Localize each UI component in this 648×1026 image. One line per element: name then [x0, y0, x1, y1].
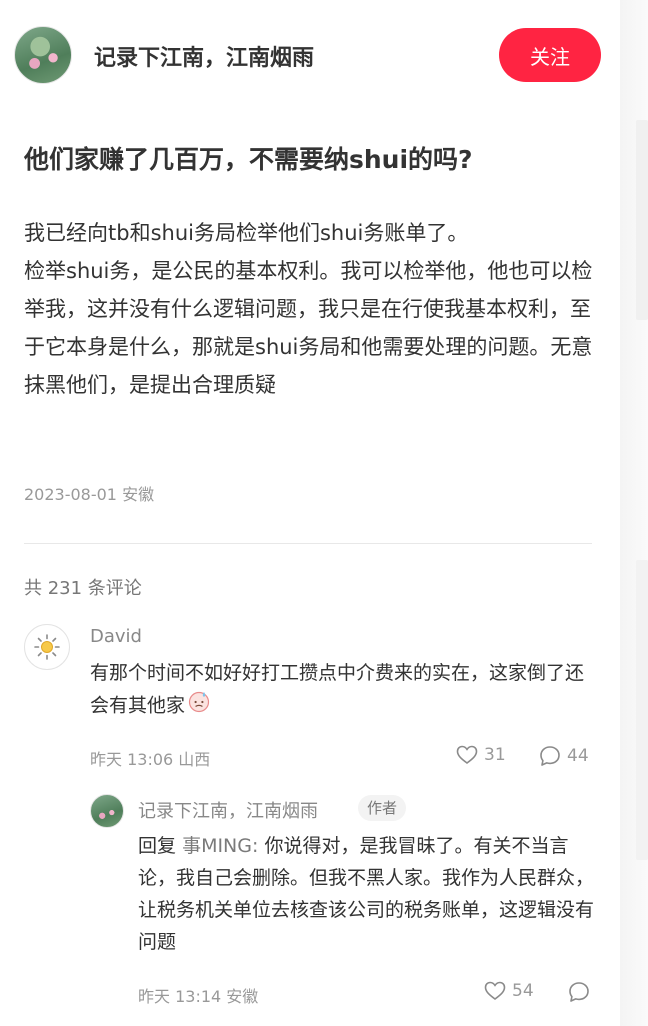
reply-like-button[interactable]: 54 — [484, 981, 534, 1001]
post-title: 他们家赚了几百万，不需要纳shui的吗? — [24, 145, 473, 174]
reply-reply-button[interactable] — [568, 981, 590, 1003]
note-detail-page: 记录下江南，江南烟雨 关注 他们家赚了几百万，不需要纳shui的吗? 我已经向t… — [0, 0, 620, 1026]
divider — [24, 543, 592, 544]
heart-icon — [484, 981, 506, 1000]
author-avatar[interactable] — [14, 26, 72, 84]
author-header: 记录下江南，江南烟雨 关注 — [14, 26, 604, 84]
comment-time: 昨天 13:06 — [90, 750, 174, 769]
blurred-content — [636, 120, 648, 320]
sweat-face-emoji — [187, 689, 211, 723]
heart-icon — [456, 745, 478, 764]
reply-count: 44 — [567, 746, 589, 766]
comment-body: 有那个时间不如好好打工攒点中介费来的实在，这家倒了还会有其他家 — [90, 662, 585, 717]
comment-meta: 昨天 13:06 山西 — [90, 746, 210, 770]
comment-bubble-icon — [540, 746, 560, 766]
reply-location: 安徽 — [226, 987, 259, 1006]
commenter-avatar[interactable] — [24, 624, 70, 670]
like-count: 31 — [484, 745, 506, 765]
comment-location: 山西 — [178, 750, 211, 769]
reply-button[interactable]: 44 — [539, 745, 589, 767]
adjacent-panel-edge — [620, 0, 648, 1026]
blurred-content — [636, 560, 648, 860]
like-button[interactable]: 31 — [456, 745, 506, 765]
post-paragraph: 检举shui务，是公民的基本权利。我可以检举他，他也可以检举我，这并没有什么逻辑… — [24, 259, 593, 397]
post-body: 我已经向tb和shui务局检举他们shui务账单了。 检举shui务，是公民的基… — [24, 214, 596, 404]
post-location: 安徽 — [122, 485, 155, 504]
reply-meta: 昨天 13:14 安徽 — [138, 983, 258, 1007]
author-name[interactable]: 记录下江南，江南烟雨 — [94, 40, 314, 72]
reply-prefix: 回复 — [138, 835, 177, 857]
author-badge: 作者 — [358, 795, 407, 821]
reply-author-avatar[interactable] — [90, 794, 124, 828]
reply-author-name[interactable]: 记录下江南，江南烟雨 — [138, 797, 318, 823]
post-paragraph: 我已经向tb和shui务局检举他们shui务账单了。 — [24, 221, 469, 245]
reply-text: 回复 事MING: 你说得对，是我冒昧了。有关不当言论，我自己会删除。但我不黑人… — [138, 830, 598, 958]
sun-icon — [34, 634, 60, 660]
post-date: 2023-08-01 — [24, 485, 117, 504]
follow-button[interactable]: 关注 — [499, 28, 601, 82]
comment-count: 共 231 条评论 — [24, 578, 142, 599]
comment-bubble-icon — [569, 982, 589, 1002]
reply-time: 昨天 13:14 — [138, 987, 222, 1006]
like-count: 54 — [512, 981, 534, 1001]
post-meta: 2023-08-01 安徽 — [24, 481, 154, 505]
commenter-name[interactable]: David — [90, 626, 142, 647]
reply-mention[interactable]: 事MING: — [182, 835, 258, 857]
comment-text: 有那个时间不如好好打工攒点中介费来的实在，这家倒了还会有其他家 — [90, 657, 600, 723]
